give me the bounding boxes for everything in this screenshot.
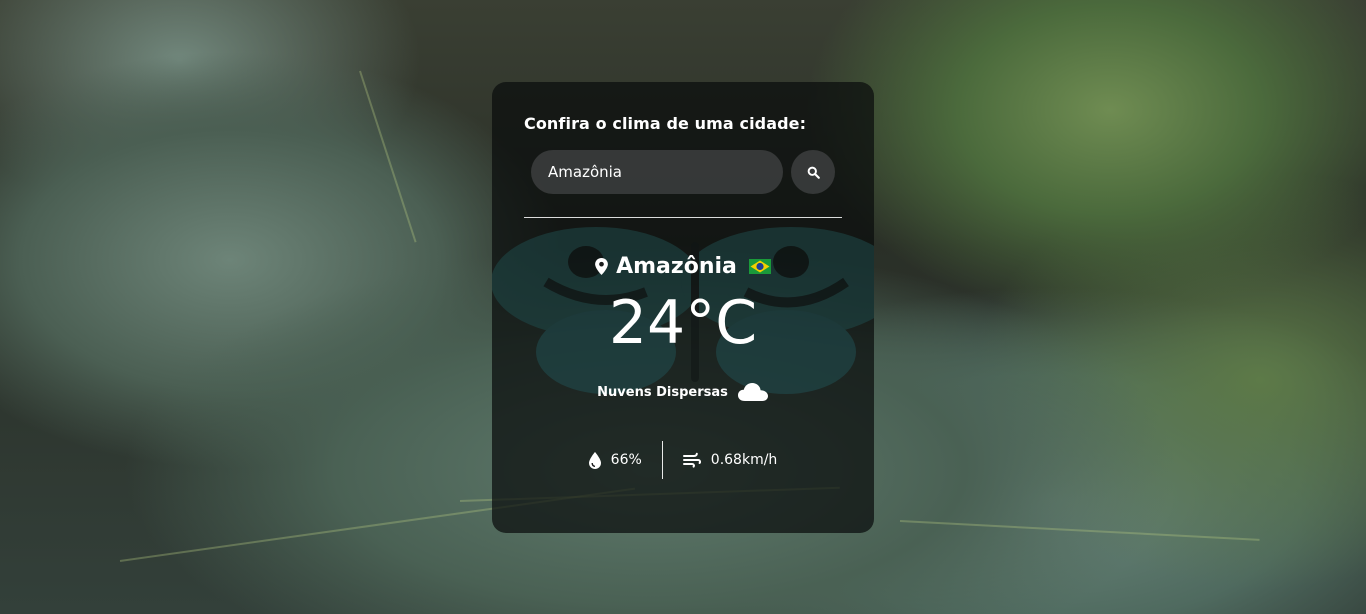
search-icon — [807, 166, 820, 179]
temperature-value: 24 — [608, 288, 686, 358]
leaf-stem — [359, 70, 417, 243]
leaf-vein — [899, 520, 1260, 541]
humidity: 66% — [588, 451, 642, 469]
weather-card: Confira o clima de uma cidade: Amazônia … — [492, 82, 874, 533]
details-row: 66% 0.68km/h — [524, 441, 842, 479]
card-title: Confira o clima de uma cidade: — [524, 114, 807, 133]
details-separator — [661, 441, 663, 479]
weather-description: Nuvens Dispersas — [597, 384, 728, 400]
divider — [524, 217, 842, 218]
humidity-value: 66% — [610, 452, 642, 468]
temperature-unit: °C — [685, 288, 758, 358]
wind-value: 0.68km/h — [710, 452, 778, 468]
search-row — [524, 150, 842, 194]
water-drop-icon — [588, 451, 601, 469]
map-pin-icon — [595, 258, 608, 275]
temperature: 24°C — [524, 293, 842, 353]
brazil-flag-icon — [748, 259, 771, 274]
search-button[interactable] — [791, 150, 835, 194]
city-search-input[interactable] — [531, 150, 783, 194]
city-row: Amazônia — [524, 254, 842, 279]
city-name: Amazônia — [616, 254, 737, 279]
description-row: Nuvens Dispersas — [524, 381, 842, 403]
cloud-icon — [737, 383, 768, 401]
wind-icon — [682, 452, 701, 468]
wind: 0.68km/h — [682, 452, 778, 468]
